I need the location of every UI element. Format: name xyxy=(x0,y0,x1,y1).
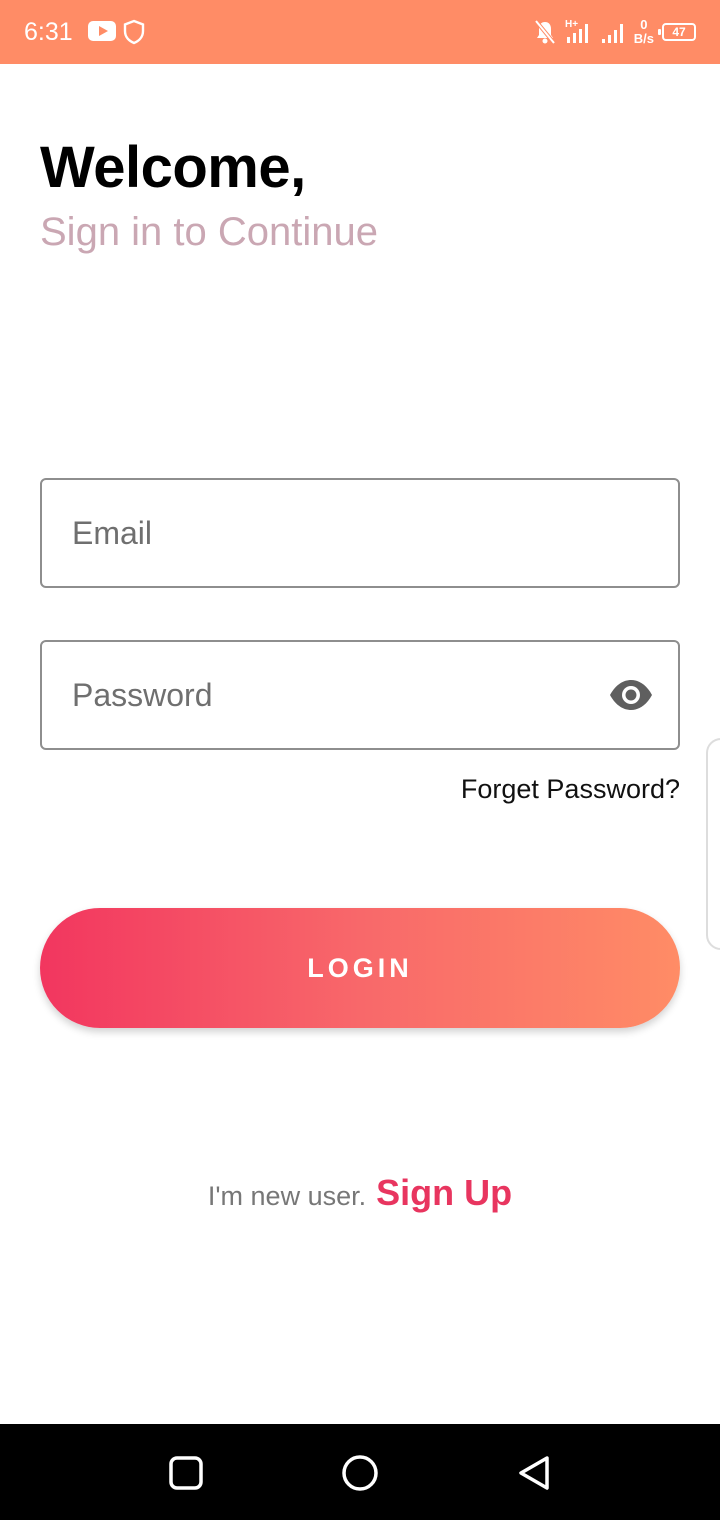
back-icon[interactable] xyxy=(515,1453,555,1493)
status-bar: 6:31 H+ 0 B/s 47 xyxy=(0,0,720,64)
password-field[interactable] xyxy=(40,640,680,750)
signal-icon xyxy=(601,24,623,43)
home-icon[interactable] xyxy=(340,1453,380,1493)
status-time: 6:31 xyxy=(24,18,73,46)
status-right-icons: H+ 0 B/s 47 xyxy=(534,14,696,50)
password-input[interactable] xyxy=(72,642,592,748)
mute-bell-icon xyxy=(534,19,556,45)
sign-up-link[interactable]: Sign Up xyxy=(376,1172,512,1214)
network-speed-unit: B/s xyxy=(633,31,654,46)
svg-text:H+: H+ xyxy=(565,19,578,30)
page-title: Welcome, xyxy=(40,135,306,200)
email-input[interactable] xyxy=(72,480,592,586)
youtube-icon xyxy=(88,21,116,41)
email-field[interactable] xyxy=(40,478,680,588)
battery-icon: 47 xyxy=(658,23,696,41)
eye-icon[interactable] xyxy=(608,678,654,712)
login-button[interactable]: LOGIN xyxy=(40,908,680,1028)
signup-row: I'm new user. Sign Up xyxy=(0,1172,720,1214)
login-screen: 6:31 H+ 0 B/s 47 Welcome, Sign in to Con… xyxy=(0,0,720,1520)
network-speed: 0 B/s xyxy=(634,18,654,46)
navigation-bar xyxy=(0,1424,720,1520)
signal-h-plus-icon: H+ xyxy=(565,19,588,43)
edge-panel-handle[interactable] xyxy=(706,738,720,950)
new-user-text: I'm new user. xyxy=(207,1181,367,1211)
battery-level: 47 xyxy=(672,25,686,39)
network-speed-value: 0 xyxy=(640,17,648,32)
forgot-password-link[interactable]: Forget Password? xyxy=(461,774,680,805)
page-subtitle: Sign in to Continue xyxy=(40,210,379,254)
recent-apps-icon[interactable] xyxy=(166,1453,206,1493)
shield-icon xyxy=(123,19,145,45)
